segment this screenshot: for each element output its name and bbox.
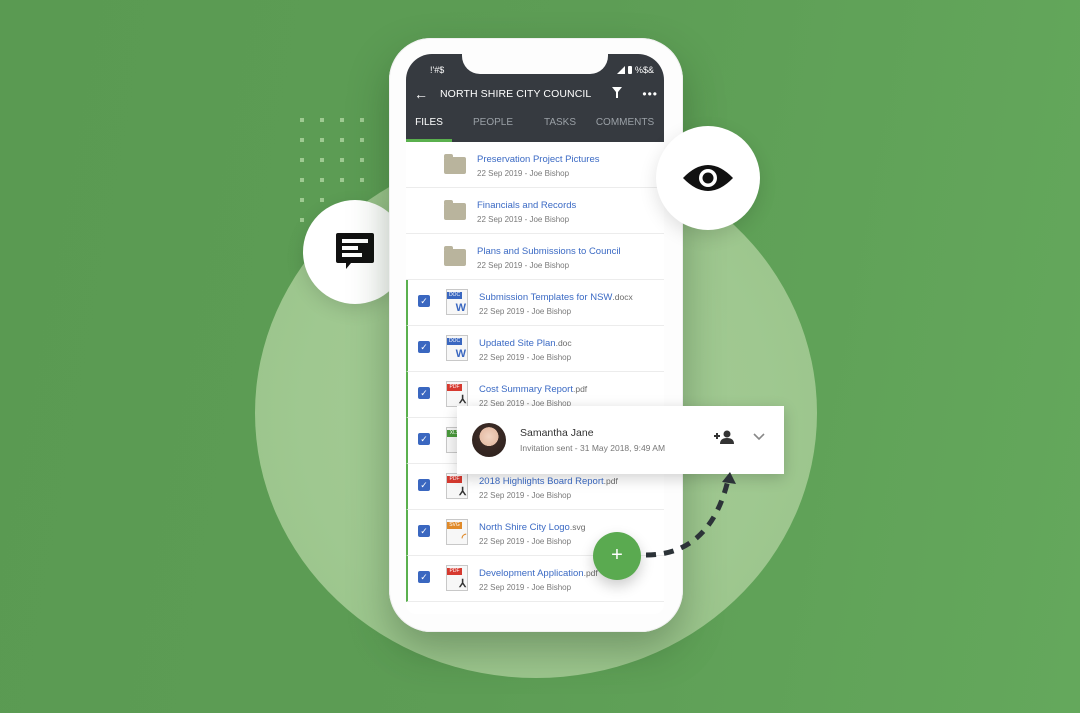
pdf-file-icon: PDF ⅄ <box>446 565 468 591</box>
dashed-connector <box>645 472 736 558</box>
avatar <box>472 423 506 457</box>
dot <box>360 158 364 162</box>
battery-level: %$& <box>634 65 654 75</box>
dot <box>300 138 304 142</box>
file-name[interactable]: Development Application.pdf <box>479 568 598 579</box>
app-screen: !'#$ %$& ← NORTH SHIRE CITY COUNCIL ••• … <box>406 54 664 614</box>
dot <box>360 178 364 182</box>
file-row[interactable]: ✓ DOC W Updated Site Plan.doc 22 Sep 2019 - … <box>406 326 664 372</box>
checkbox[interactable]: ✓ <box>418 341 430 353</box>
doc-file-icon: DOC W <box>446 335 468 361</box>
folder-icon <box>444 154 466 174</box>
dot <box>300 198 304 202</box>
dot <box>320 138 324 142</box>
checkbox[interactable]: ✓ <box>418 295 430 307</box>
arrow-left-icon[interactable]: ← <box>414 86 432 102</box>
tab-bar: FILES PEOPLE TASKS COMMENTS <box>406 114 664 142</box>
dot <box>300 218 304 222</box>
invitee-name: Samantha Jane <box>520 427 594 439</box>
file-name[interactable]: Plans and Submissions to Council <box>477 246 621 257</box>
dot <box>320 198 324 202</box>
arrow-head-icon <box>722 472 736 484</box>
file-meta: 22 Sep 2019 - Joe Bishop <box>479 537 572 546</box>
file-meta: 22 Sep 2019 - Joe Bishop <box>479 583 572 592</box>
phone-mockup: !'#$ %$& ← NORTH SHIRE CITY COUNCIL ••• … <box>389 38 683 632</box>
dot <box>340 118 344 122</box>
dot <box>320 118 324 122</box>
file-meta: 22 Sep 2019 - Joe Bishop <box>479 353 572 362</box>
tab-people[interactable]: PEOPLE <box>452 114 534 142</box>
file-meta: 22 Sep 2019 - Joe Bishop <box>479 307 572 316</box>
file-name[interactable]: 2018 Highlights Board Report.pdf <box>479 476 618 487</box>
tab-files[interactable]: FILES <box>406 114 452 142</box>
status-indicators: %$& <box>616 65 654 75</box>
checkbox[interactable]: ✓ <box>418 479 430 491</box>
folder-icon <box>444 246 466 266</box>
title-bar: ← NORTH SHIRE CITY COUNCIL ••• <box>406 84 664 104</box>
file-meta: 22 Sep 2019 - Joe Bishop <box>477 169 570 178</box>
doc-file-icon: DOC W <box>446 289 468 315</box>
pdf-file-icon: PDF ⅄ <box>446 473 468 499</box>
more-horizontal-icon[interactable]: ••• <box>642 87 658 101</box>
file-row[interactable]: Preservation Project Pictures 22 Sep 2019… <box>406 142 664 188</box>
file-row[interactable]: ✓ DOC W Submission Templates for NSW.docx 22… <box>406 280 664 326</box>
file-row[interactable]: Financials and Records 22 Sep 2019 - Joe … <box>406 188 664 234</box>
file-meta: 22 Sep 2019 - Joe Bishop <box>477 261 570 270</box>
status-time: !'#$ <box>430 65 445 75</box>
svg-file-icon: SVG ◜ <box>446 519 468 545</box>
dot <box>360 138 364 142</box>
folder-icon <box>444 200 466 220</box>
page-title: NORTH SHIRE CITY COUNCIL <box>440 88 592 100</box>
dot <box>340 158 344 162</box>
file-name[interactable]: Cost Summary Report.pdf <box>479 384 587 395</box>
tab-tasks[interactable]: TASKS <box>534 114 586 142</box>
app-bar: !'#$ %$& ← NORTH SHIRE CITY COUNCIL ••• … <box>406 54 664 142</box>
dot <box>320 158 324 162</box>
dot <box>300 118 304 122</box>
chevron-down-icon[interactable] <box>753 430 765 444</box>
invitation-status: Invitation sent - 31 May 2018, 9:49 AM <box>520 443 666 453</box>
eye-icon <box>683 165 733 191</box>
phone-notch <box>462 54 608 74</box>
file-meta: 22 Sep 2019 - Joe Bishop <box>479 491 572 500</box>
add-fab-button[interactable]: + <box>593 532 641 580</box>
dot <box>360 118 364 122</box>
file-name[interactable]: Updated Site Plan.doc <box>479 338 572 349</box>
checkbox[interactable]: ✓ <box>418 387 430 399</box>
file-name[interactable]: Financials and Records <box>477 200 576 211</box>
file-meta: 22 Sep 2019 - Joe Bishop <box>477 215 570 224</box>
filter-icon[interactable] <box>610 87 624 101</box>
person-add-icon[interactable] <box>714 430 734 447</box>
dot <box>320 178 324 182</box>
comment-icon <box>336 233 374 269</box>
checkbox[interactable]: ✓ <box>418 433 430 445</box>
file-name[interactable]: Preservation Project Pictures <box>477 154 600 165</box>
pdf-file-icon: PDF ⅄ <box>446 381 468 407</box>
file-name[interactable]: North Shire City Logo.svg <box>479 522 585 533</box>
checkbox[interactable]: ✓ <box>418 525 430 537</box>
file-name[interactable]: Submission Templates for NSW.docx <box>479 292 633 303</box>
dot <box>300 178 304 182</box>
checkbox[interactable]: ✓ <box>418 571 430 583</box>
dot <box>340 138 344 142</box>
view-bubble <box>656 126 760 230</box>
dot <box>300 158 304 162</box>
file-row[interactable]: Plans and Submissions to Council 22 Sep 2… <box>406 234 664 280</box>
signal-icon <box>616 66 625 74</box>
dot <box>340 178 344 182</box>
invitation-card[interactable]: Samantha Jane Invitation sent - 31 May 2… <box>457 406 784 474</box>
tab-comments[interactable]: COMMENTS <box>586 114 664 142</box>
battery-icon <box>627 66 632 74</box>
